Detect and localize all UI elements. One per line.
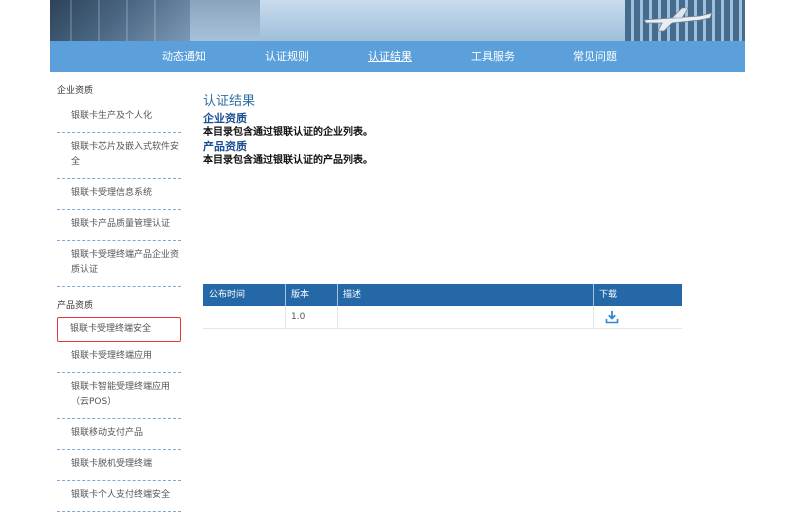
sidebar-category-product: 产品资质 xyxy=(57,301,94,311)
nav-item-faq[interactable]: 常见问题 xyxy=(573,41,617,72)
nav-item-results[interactable]: 认证结果 xyxy=(368,41,412,72)
download-icon[interactable] xyxy=(605,310,619,324)
main-content: 认证结果 企业资质 本目录包含通过银联认证的企业列表。 产品资质 本目录包含通过… xyxy=(203,90,683,168)
sidebar-item-terminal-enterprise[interactable]: 银联卡受理终端产品企业资质认证 xyxy=(57,241,181,287)
section-heading-product[interactable]: 产品资质 xyxy=(203,140,683,154)
sidebar-item-cloud-pos[interactable]: 银联卡智能受理终端应用（云POS） xyxy=(57,373,181,419)
results-table: 公布时间 版本 描述 下载 1.0 xyxy=(203,284,682,329)
sidebar-item-acceptance-system[interactable]: 银联卡受理信息系统 xyxy=(57,179,181,210)
cell-version: 1.0 xyxy=(291,312,306,322)
column-header-date: 公布时间 xyxy=(209,290,246,300)
column-header-version: 版本 xyxy=(291,290,310,300)
section-heading-enterprise[interactable]: 企业资质 xyxy=(203,112,683,126)
sidebar-item-chip-software[interactable]: 银联卡芯片及嵌入式软件安全 xyxy=(57,133,181,179)
column-header-description: 描述 xyxy=(343,290,362,300)
airplane-image xyxy=(643,7,713,32)
nav-item-rules[interactable]: 认证规则 xyxy=(265,41,309,72)
sidebar-category-enterprise: 企业资质 xyxy=(57,86,94,96)
header-banner xyxy=(50,0,745,41)
column-header-download: 下载 xyxy=(599,290,618,300)
sidebar-item-terminal-application[interactable]: 银联卡受理终端应用 xyxy=(57,342,181,373)
sidebar-item-personal-terminal[interactable]: 银联卡个人支付终端安全 xyxy=(57,481,181,512)
section-desc-enterprise: 本目录包含通过银联认证的企业列表。 xyxy=(203,127,373,138)
table-header: 公布时间 版本 描述 下载 xyxy=(203,284,682,306)
sidebar-item-offline-terminal[interactable]: 银联卡脱机受理终端 xyxy=(57,450,181,481)
sidebar: 企业资质 银联卡生产及个人化 银联卡芯片及嵌入式软件安全 银联卡受理信息系统 银… xyxy=(57,80,183,512)
section-desc-product: 本目录包含通过银联认证的产品列表。 xyxy=(203,155,373,166)
sidebar-item-mobile-payment[interactable]: 银联移动支付产品 xyxy=(57,419,181,450)
nav-item-notices[interactable]: 动态通知 xyxy=(162,41,206,72)
sidebar-item-card-production[interactable]: 银联卡生产及个人化 xyxy=(57,102,181,133)
sidebar-item-quality-management[interactable]: 银联卡产品质量管理认证 xyxy=(57,210,181,241)
sidebar-item-terminal-security[interactable]: 银联卡受理终端安全 xyxy=(57,317,181,342)
building-image-mid xyxy=(190,0,260,41)
nav-item-tools[interactable]: 工具服务 xyxy=(471,41,515,72)
page-title: 认证结果 xyxy=(203,94,256,109)
building-image-left xyxy=(50,0,190,41)
table-row: 1.0 xyxy=(203,306,682,329)
main-nav: 动态通知 认证规则 认证结果 工具服务 常见问题 xyxy=(50,41,745,72)
